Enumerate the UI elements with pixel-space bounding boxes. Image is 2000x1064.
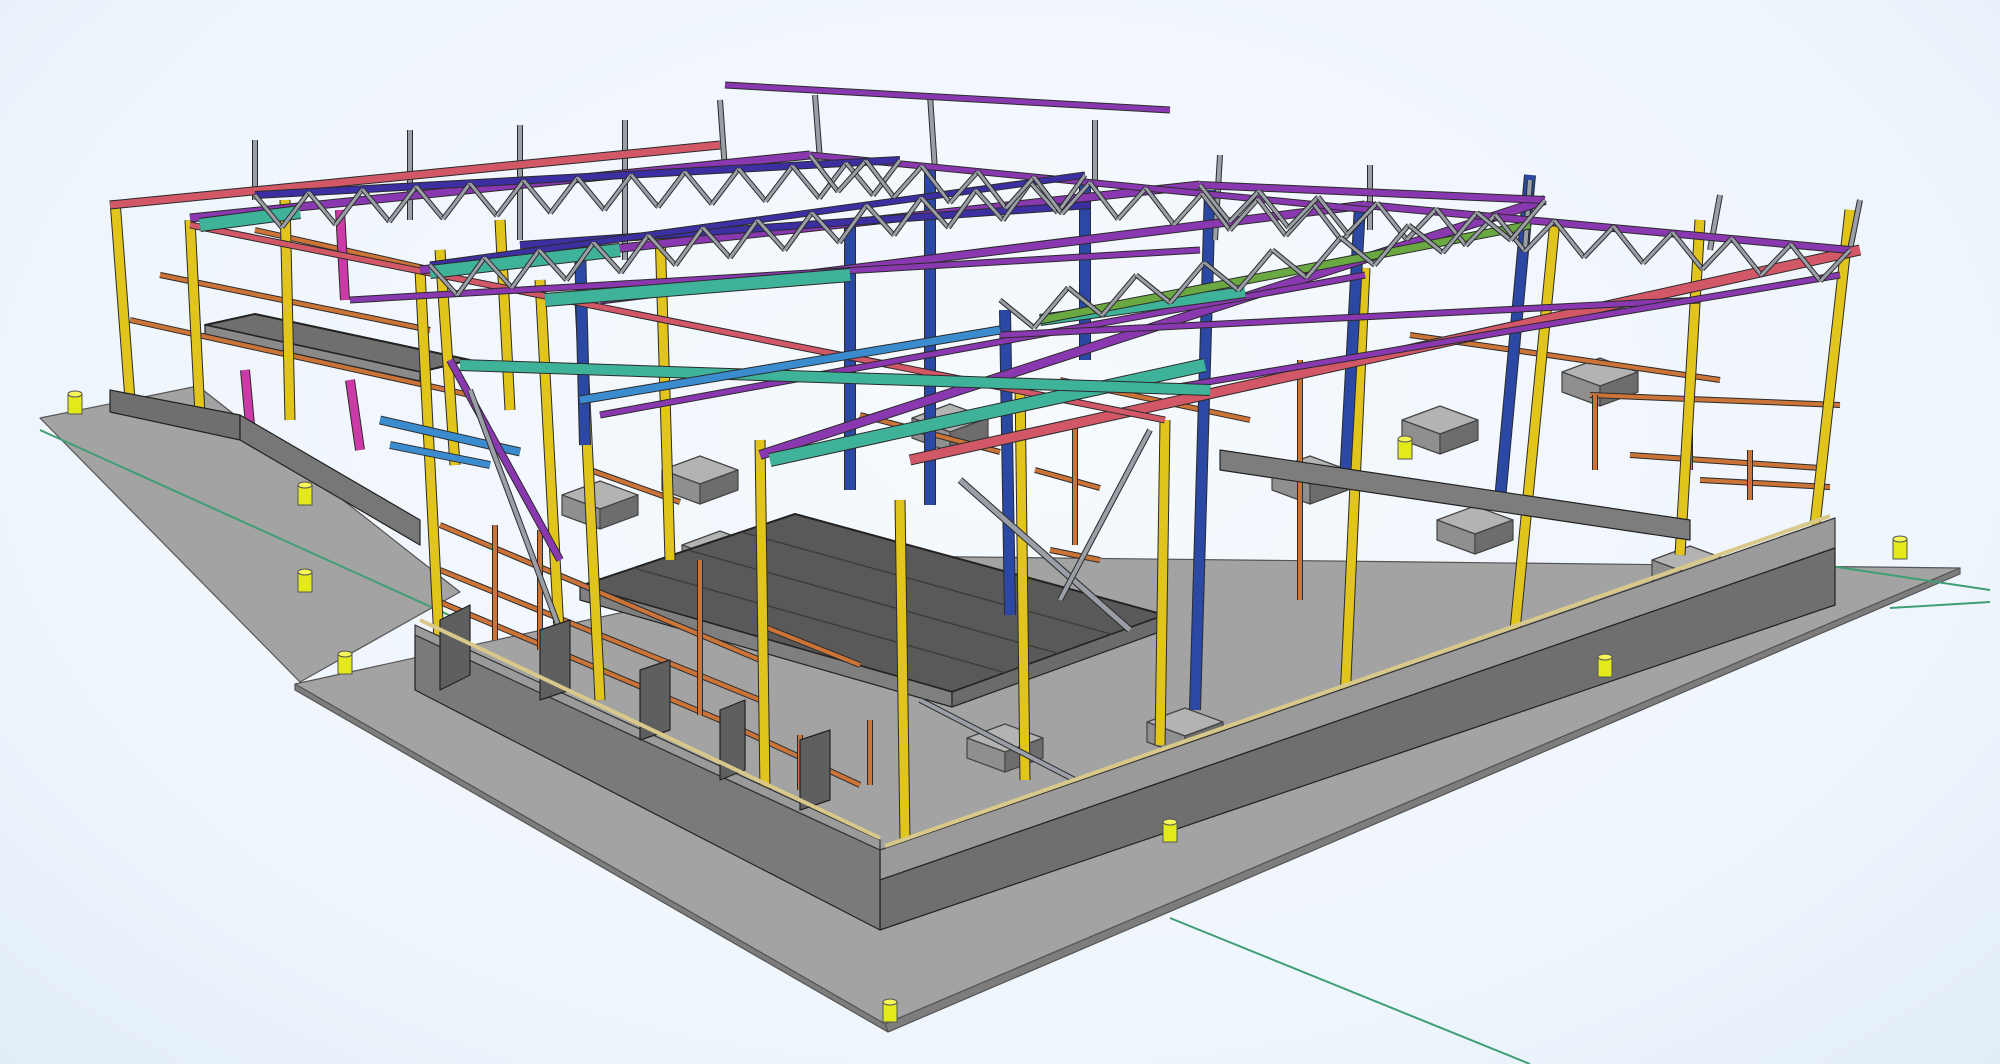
column-yellow-13 <box>1675 219 1705 556</box>
truss-web-a-6a <box>576 176 606 211</box>
truss-web-a-10a <box>791 164 821 200</box>
3d-viewport[interactable] <box>0 0 2000 1064</box>
column-magenta-1 <box>346 379 364 451</box>
truss-web-a-9b <box>764 164 794 203</box>
truss-web-d-8b <box>1701 237 1733 271</box>
truss-web-d-6b <box>1583 225 1615 259</box>
anchor-pile-cap-3 <box>882 998 898 1006</box>
anchor-pile-cap-1 <box>297 481 313 489</box>
truss-web-c-1b <box>892 164 924 199</box>
truss-web-a-9a <box>737 167 767 203</box>
grid-line-1 <box>1169 917 1531 1064</box>
column-magenta-2 <box>241 369 254 426</box>
wall-girt-6 <box>1629 453 1821 470</box>
truss-web-a-8b <box>710 167 740 206</box>
anchor-pile-cap-2 <box>337 650 353 658</box>
anchor-pile-cap-4 <box>1162 818 1178 826</box>
truss-web-a-7a <box>630 173 660 209</box>
truss-web-a-8a <box>683 170 714 206</box>
wall-pier-4 <box>799 729 831 811</box>
column-stub-5 <box>813 94 822 161</box>
truss-web-a-10b <box>818 162 848 200</box>
roof-member-24 <box>579 326 1001 404</box>
truss-web-c-6b <box>1172 192 1204 226</box>
column-yellow-7 <box>755 439 770 791</box>
roof-member-26 <box>389 442 491 468</box>
column-blue-0 <box>575 244 590 446</box>
wall-girt-5 <box>1589 393 1841 407</box>
wall-pier-0 <box>439 604 471 691</box>
roof-member-9 <box>724 82 1171 113</box>
roof-member-2 <box>189 222 1166 423</box>
column-yellow-16 <box>495 219 515 411</box>
building-model[interactable] <box>0 0 2000 1064</box>
column-yellow-8 <box>895 499 910 841</box>
anchor-pile-cap-6 <box>1892 535 1908 543</box>
anchor-pile-cap-8 <box>297 568 313 576</box>
anchor-pile-cap-0 <box>67 390 83 398</box>
truss-web-a-7b <box>656 170 687 209</box>
column-yellow-10 <box>1155 419 1170 746</box>
grid-line-2 <box>1889 601 1991 609</box>
anchor-pile-cap-5 <box>1597 653 1613 661</box>
truss-web-e-3b <box>1237 249 1274 292</box>
column-blue-3 <box>1000 309 1015 616</box>
wall-girt-14 <box>1034 468 1101 490</box>
column-yellow-1 <box>185 219 205 416</box>
roof-member-15 <box>599 272 1366 418</box>
column-yellow-2 <box>280 199 295 421</box>
truss-web-d-7b <box>1642 231 1674 265</box>
anchor-pile-cap-7 <box>1397 435 1413 443</box>
column-stub-6 <box>928 94 937 171</box>
